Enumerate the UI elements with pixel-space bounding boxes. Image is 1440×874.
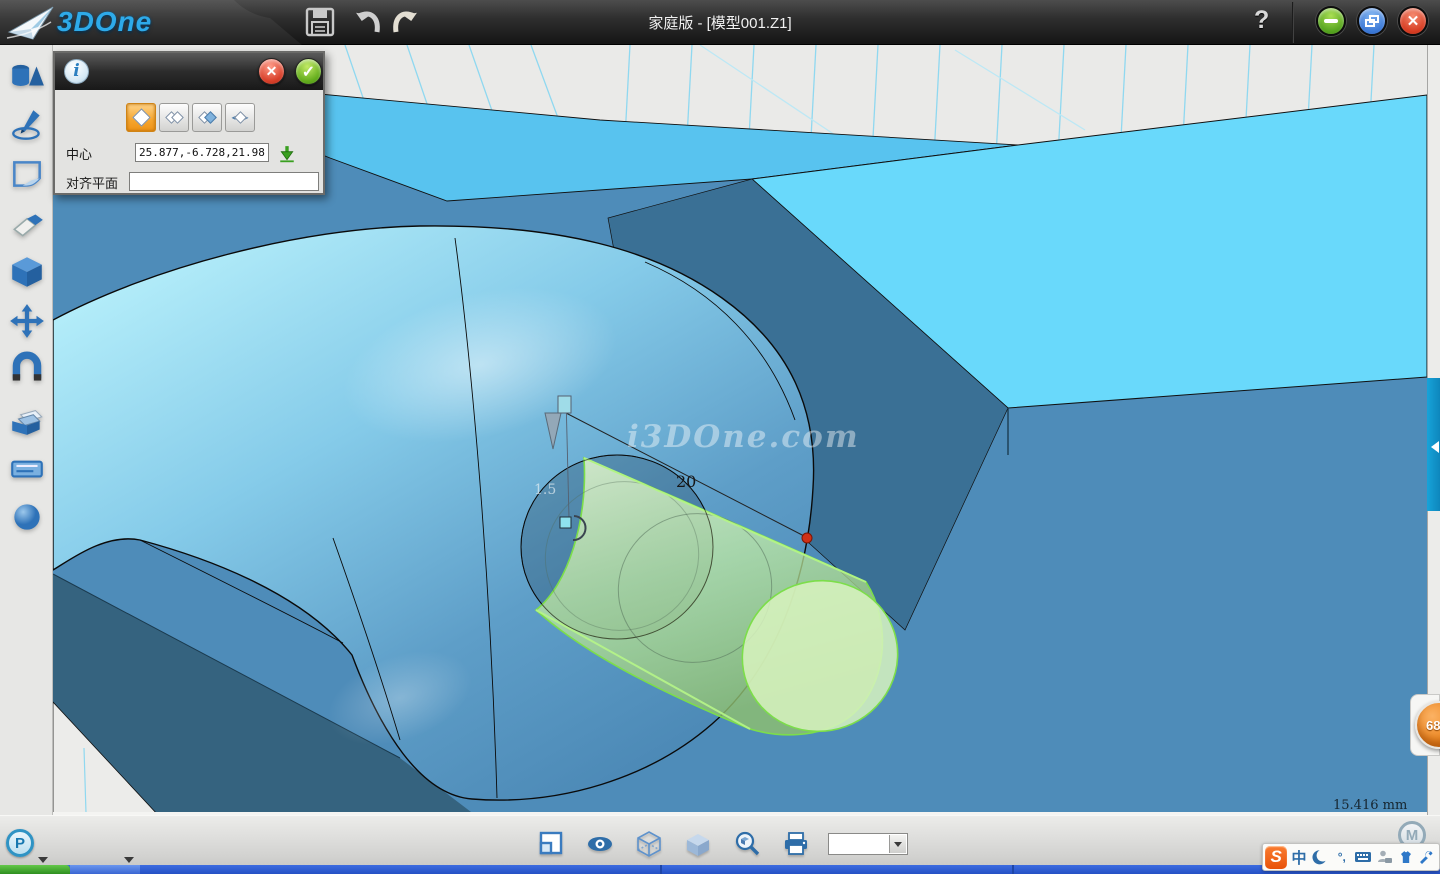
mode-diamond-single[interactable] (126, 103, 156, 132)
panel-expand-arrow-icon[interactable] (1431, 441, 1439, 453)
align-plane-input[interactable] (129, 172, 319, 191)
radius-value: 1.5 (534, 482, 556, 498)
chinese-mode-icon[interactable]: 中 (1289, 846, 1308, 868)
move-icon[interactable] (8, 302, 46, 340)
close-button[interactable]: ✕ (1398, 6, 1428, 36)
dimension-value: 20 (676, 472, 696, 491)
align-plane-label: 对齐平面 (66, 173, 118, 192)
punctuation-icon[interactable]: °, (1332, 846, 1351, 868)
minimize-icon (1324, 19, 1338, 23)
primitives-icon[interactable] (8, 58, 46, 96)
toolbar-dropdown-arrow-icon[interactable] (38, 857, 48, 863)
sketch-icon[interactable] (8, 106, 46, 144)
toolbar-dropdown-arrow2-icon[interactable] (124, 857, 134, 863)
restore-button[interactable] (1357, 6, 1387, 36)
wireframe-cube-icon[interactable] (635, 830, 663, 858)
dialog-titlebar[interactable]: i ✕ ✓ (55, 53, 323, 90)
info-icon: i (64, 59, 89, 84)
visibility-eye-icon[interactable] (586, 830, 614, 858)
watermark: i3DOne.com (627, 419, 860, 455)
center-input[interactable] (135, 143, 269, 162)
skin-shirt-icon[interactable] (1396, 846, 1415, 868)
shaded-cube-icon[interactable] (684, 830, 712, 858)
profile-badge[interactable]: P (6, 829, 34, 857)
edit-trim-icon[interactable] (8, 204, 46, 242)
start-button-edge[interactable] (0, 865, 70, 874)
center-point-dialog: i ✕ ✓ ◂ ▸ 中心 对齐平面 (53, 51, 325, 195)
speedup-score: 68 (1426, 718, 1440, 733)
moon-icon[interactable] (1311, 846, 1330, 868)
cancel-button[interactable]: ✕ (258, 58, 285, 85)
plane-corner-icon[interactable] (537, 830, 565, 858)
mode-diamond-arrows[interactable]: ◂ ▸ (225, 103, 255, 132)
keyboard-icon[interactable] (1353, 846, 1372, 868)
square-handle[interactable] (560, 517, 571, 528)
zoom-magnifier-icon[interactable] (733, 830, 761, 858)
print-icon[interactable] (782, 830, 810, 858)
flag-handle[interactable] (558, 396, 571, 413)
window-title: 家庭版 - [模型001.Z1] (0, 12, 1440, 33)
point-mode-row: ◂ ▸ (126, 103, 255, 132)
sketch-plane-icon[interactable] (8, 155, 46, 193)
measure-icon[interactable] (8, 449, 46, 487)
help-button[interactable]: ? (1254, 6, 1269, 35)
mode-diamond-double[interactable] (159, 103, 189, 132)
mode-diamond-filled[interactable] (192, 103, 222, 132)
view-scale-dropdown[interactable] (828, 833, 908, 855)
assembly-magnet-icon[interactable] (8, 351, 46, 389)
wrench-icon[interactable] (1418, 846, 1437, 868)
render-sphere-icon[interactable] (8, 498, 46, 536)
pattern-icon[interactable] (8, 400, 46, 438)
cancel-icon: ✕ (266, 63, 278, 80)
quicklaunch-edge (70, 865, 140, 874)
minimize-button[interactable] (1316, 6, 1346, 36)
os-taskbar[interactable] (0, 865, 1440, 874)
titlebar-separator (1292, 2, 1294, 43)
ime-toolbar: S 中 °, (1262, 843, 1440, 871)
center-label: 中心 (66, 144, 92, 163)
dropdown-arrow-icon[interactable] (889, 835, 906, 853)
drag-point-handle[interactable] (802, 533, 812, 543)
dropdown-value (829, 838, 833, 850)
scale-ruler-label: 15.416 mm (1333, 798, 1407, 813)
feature-cube-icon[interactable] (8, 253, 46, 291)
tool-sidebar (0, 45, 53, 815)
confirm-icon: ✓ (302, 62, 315, 82)
user-mode-icon[interactable] (1375, 846, 1394, 868)
confirm-button[interactable]: ✓ (295, 58, 322, 85)
diamond-single-icon (132, 108, 150, 126)
sogou-logo[interactable]: S (1265, 846, 1287, 869)
restore-icon (1365, 15, 1379, 27)
pick-point-icon[interactable] (278, 145, 296, 163)
title-bar: 3DOne 家庭版 - [模型001.Z1] ? ✕ (0, 0, 1440, 45)
close-icon: ✕ (1407, 12, 1420, 30)
